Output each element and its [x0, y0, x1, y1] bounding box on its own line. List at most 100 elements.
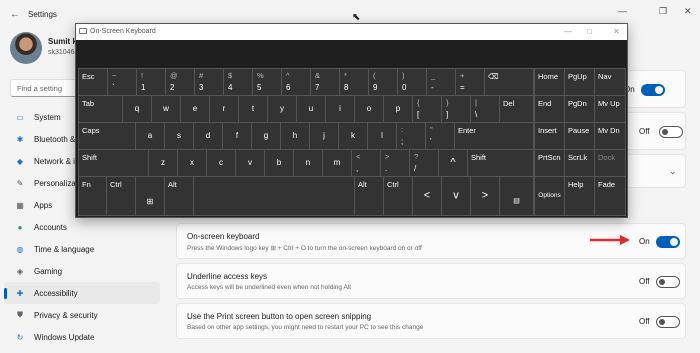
key-t[interactable]: t [238, 95, 268, 123]
key-help[interactable]: Help [564, 176, 595, 216]
key-s[interactable]: s [164, 122, 194, 150]
key-fade[interactable]: Fade [594, 176, 626, 216]
key-comma[interactable]: <, [351, 149, 381, 177]
key-4[interactable]: $4 [223, 68, 253, 96]
key-windows[interactable]: ⊞ [135, 176, 165, 216]
key-right-arrow[interactable]: > [470, 176, 500, 216]
key-down-arrow[interactable]: v [441, 176, 471, 216]
key-mv-dn[interactable]: Mv Dn [594, 122, 626, 150]
key-i[interactable]: i [325, 95, 355, 123]
key-m[interactable]: m [322, 149, 352, 177]
key-left-ctrl[interactable]: Ctrl [106, 176, 136, 216]
key-z[interactable]: z [148, 149, 178, 177]
key-fn[interactable]: Fn [78, 176, 107, 216]
key-0[interactable]: ) 0 [397, 68, 427, 96]
key-5[interactable]: % 5 [252, 68, 282, 96]
key-enter[interactable]: Enter [454, 122, 534, 150]
print-screen-toggle[interactable] [656, 316, 680, 328]
key-n[interactable]: n [293, 149, 323, 177]
sidebar-item-gaming[interactable]: ◈ Gaming [0, 260, 160, 282]
key-minus[interactable]: _ - [426, 68, 456, 96]
key-end[interactable]: End [534, 95, 565, 123]
key-3[interactable]: #3 [194, 68, 224, 96]
key-7[interactable]: & 7 [310, 68, 340, 96]
minimize-button[interactable]: — [618, 6, 627, 16]
key-right-bracket[interactable]: }] [441, 95, 471, 123]
maximize-button[interactable]: ❐ [659, 6, 667, 17]
key-nav[interactable]: Nav [594, 68, 626, 96]
key-mv-up[interactable]: Mv Up [594, 95, 626, 123]
key-right-alt[interactable]: Alt [354, 176, 384, 216]
key-a[interactable]: a [135, 122, 165, 150]
key-home[interactable]: Home [534, 68, 565, 96]
key-options[interactable]: Options [534, 176, 565, 216]
key-pgdn[interactable]: PgDn [564, 95, 595, 123]
osk-titlebar[interactable]: On-Screen Keyboard — □ ✕ [76, 24, 627, 40]
osk-maximize-button[interactable]: □ [587, 27, 592, 36]
sidebar-item-privacy[interactable]: ⛊ Privacy & security [0, 304, 160, 326]
key-h[interactable]: h [280, 122, 310, 150]
key-backslash[interactable]: | \ [470, 95, 500, 123]
sidebar-item-windows-update[interactable]: ↻ Windows Update [0, 326, 160, 348]
key-j[interactable]: j [309, 122, 339, 150]
sidebar-item-time-language[interactable]: ◍ Time & language [0, 238, 160, 260]
key-l[interactable]: l [367, 122, 397, 150]
key-pgup[interactable]: PgUp [564, 68, 595, 96]
key-left-bracket[interactable]: {[ [412, 95, 442, 123]
key-semicolon[interactable]: :; [396, 122, 426, 150]
key-w[interactable]: w [151, 95, 181, 123]
key-c[interactable]: c [206, 149, 236, 177]
key-v[interactable]: v [235, 149, 265, 177]
key-e[interactable]: e [180, 95, 210, 123]
key-dock[interactable]: Dock [594, 149, 626, 177]
key-y[interactable]: y [267, 95, 297, 123]
key-grave[interactable]: ~ ` [107, 68, 137, 96]
key-esc[interactable]: Esc [78, 68, 108, 96]
key-g[interactable]: g [251, 122, 281, 150]
key-o[interactable]: o [354, 95, 384, 123]
key-6[interactable]: ^ 6 [281, 68, 311, 96]
osk-close-button[interactable]: ✕ [613, 27, 620, 36]
sidebar-item-accessibility[interactable]: ✚ Accessibility [4, 282, 160, 304]
key-u[interactable]: u [296, 95, 326, 123]
key-left-alt[interactable]: Alt [164, 176, 194, 216]
close-button[interactable]: ✕ [684, 6, 692, 17]
key-right-ctrl[interactable]: Ctrl [383, 176, 413, 216]
key-b[interactable]: b [264, 149, 294, 177]
underline-access-keys-toggle[interactable] [656, 276, 680, 288]
key-1[interactable]: ! 1 [136, 68, 166, 96]
key-f[interactable]: f [222, 122, 252, 150]
key-right-shift[interactable]: Shift [467, 149, 534, 177]
key-r[interactable]: r [209, 95, 239, 123]
key-8[interactable]: * 8 [339, 68, 369, 96]
key-d[interactable]: d [193, 122, 223, 150]
toggle-switch[interactable] [659, 126, 683, 138]
key-insert[interactable]: Insert [534, 122, 565, 150]
key-slash[interactable]: ? / [409, 149, 439, 177]
back-arrow-icon[interactable]: ← [10, 9, 20, 20]
key-tab[interactable]: Tab [78, 95, 123, 123]
key-backspace[interactable]: ⌫ [484, 68, 534, 96]
avatar[interactable] [10, 32, 42, 64]
toggle-switch[interactable] [641, 84, 665, 96]
key-p[interactable]: p [383, 95, 413, 123]
key-quote[interactable]: " ' [425, 122, 455, 150]
chevron-down-icon[interactable]: ⌄ [669, 166, 677, 177]
sidebar-item-accounts[interactable]: ● Accounts [0, 216, 160, 238]
key-up-arrow[interactable]: ^ [438, 149, 468, 177]
key-9[interactable]: (9 [368, 68, 398, 96]
key-pause[interactable]: Pause [564, 122, 595, 150]
key-menu[interactable]: ▤ [499, 176, 534, 216]
key-caps[interactable]: Caps [78, 122, 136, 150]
key-space[interactable] [193, 176, 355, 216]
key-delete[interactable]: Del [499, 95, 534, 123]
key-k[interactable]: k [338, 122, 368, 150]
key-q[interactable]: q [122, 95, 152, 123]
key-scrlk[interactable]: ScrLk [564, 149, 595, 177]
on-screen-keyboard-toggle[interactable] [656, 236, 680, 248]
key-x[interactable]: x [177, 149, 207, 177]
osk-minimize-button[interactable]: — [564, 27, 572, 36]
key-period[interactable]: >. [380, 149, 410, 177]
key-left-arrow[interactable]: < [412, 176, 442, 216]
key-left-shift[interactable]: Shift [78, 149, 149, 177]
